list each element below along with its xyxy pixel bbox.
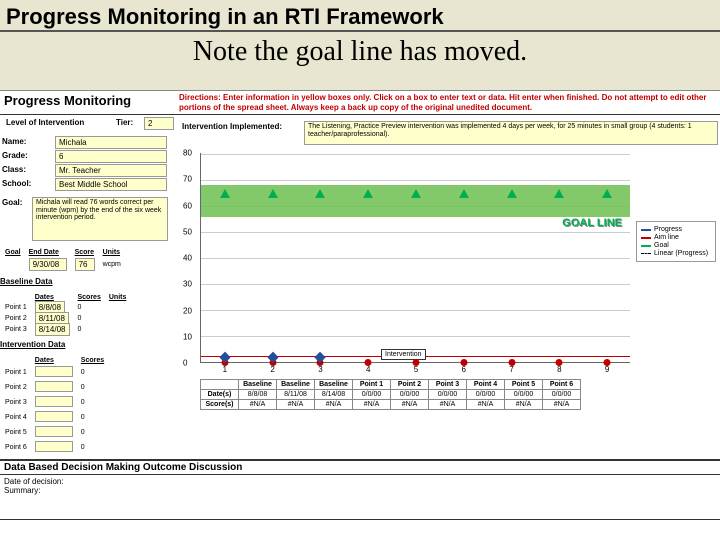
interv-date-input[interactable]	[35, 381, 73, 392]
goal-input[interactable]: Michala will read 76 words correct per m…	[32, 197, 168, 241]
interv-date-input[interactable]	[35, 426, 73, 437]
goal-point	[507, 189, 517, 198]
aim-point	[413, 359, 420, 366]
baseline-date-input[interactable]: 8/14/08	[35, 323, 70, 336]
interv-impl-label: Intervention Implemented:	[180, 121, 300, 145]
y-tick: 50	[183, 227, 192, 236]
level-label: Level of Intervention	[4, 117, 114, 130]
slide-subtitle: Note the goal line has moved.	[0, 34, 720, 76]
y-tick: 70	[183, 175, 192, 184]
decision-summary-label: Summary:	[4, 486, 716, 495]
aim-point	[508, 359, 515, 366]
goal-point	[268, 189, 278, 198]
y-tick: 80	[183, 149, 192, 158]
y-tick: 30	[183, 280, 192, 289]
decision-date-label: Date of decision:	[4, 477, 716, 486]
goal-line-label: GOAL LINE	[562, 217, 622, 229]
chart-legend: Progress Aim line Goal Linear (Progress)	[636, 221, 716, 262]
x-tick: 8	[557, 365, 561, 374]
goal-point	[459, 189, 469, 198]
goal-point	[602, 189, 612, 198]
x-tick: 1	[223, 365, 227, 374]
x-tick: 6	[462, 365, 466, 374]
y-tick: 20	[183, 306, 192, 315]
class-label: Class:	[0, 164, 55, 177]
decision-header: Data Based Decision Making Outcome Discu…	[0, 461, 720, 475]
y-tick: 0	[183, 359, 187, 368]
school-label: School:	[0, 178, 55, 191]
interv-date-input[interactable]	[35, 411, 73, 422]
x-tick: 3	[318, 365, 322, 374]
interv-impl-input[interactable]: The Listening, Practice Preview interven…	[304, 121, 718, 145]
goal-label: Goal:	[0, 197, 32, 241]
pm-heading: Progress Monitoring	[0, 91, 175, 114]
x-tick: 9	[605, 365, 609, 374]
grade-label: Grade:	[0, 150, 55, 163]
grade-input[interactable]: 6	[55, 150, 167, 163]
aim-point	[556, 359, 563, 366]
directions-text: Directions: Enter information in yellow …	[175, 91, 720, 114]
goal-enddate-input[interactable]: 9/30/08	[29, 258, 67, 271]
goal-score-input[interactable]: 76	[75, 258, 95, 271]
tier-label: Tier:	[114, 117, 144, 130]
y-tick: 60	[183, 201, 192, 210]
school-input[interactable]: Best Middle School	[55, 178, 167, 191]
aim-point	[365, 359, 372, 366]
spreadsheet: Progress Monitoring Directions: Enter in…	[0, 90, 720, 540]
x-tick: 5	[414, 365, 418, 374]
goal-point	[411, 189, 421, 198]
x-tick: 2	[270, 365, 274, 374]
class-input[interactable]: Mr. Teacher	[55, 164, 167, 177]
baseline-table: DatesScoresUnits Point 18/8/080 Point 28…	[0, 292, 131, 336]
name-input[interactable]: Michala	[55, 136, 167, 149]
y-tick: 40	[183, 254, 192, 263]
decision-section: Data Based Decision Making Outcome Discu…	[0, 459, 720, 520]
aim-point	[604, 359, 611, 366]
x-tick: 4	[366, 365, 370, 374]
goal-point	[315, 189, 325, 198]
goal-point	[363, 189, 373, 198]
interv-date-input[interactable]	[35, 441, 73, 452]
interv-date-input[interactable]	[35, 396, 73, 407]
progress-chart: GOAL LINE Intervention 01020304050607080…	[200, 153, 630, 363]
name-label: Name:	[0, 136, 55, 149]
intervdata-table: DatesScores Point 10 Point 20 Point 30 P…	[0, 355, 109, 456]
y-tick: 10	[183, 332, 192, 341]
tier-input[interactable]: 2	[144, 117, 174, 130]
baseline-label: Baseline Data	[0, 277, 175, 286]
goal-point	[554, 189, 564, 198]
bottom-data-table: BaselineBaselineBaselinePoint 1Point 2Po…	[200, 379, 581, 410]
goal-meta-table: GoalEnd DateScoreUnits 9/30/08 76 wcpm	[0, 247, 126, 273]
aim-point	[460, 359, 467, 366]
slide-title: Progress Monitoring in an RTI Framework	[0, 0, 720, 32]
intervention-marker: Intervention	[381, 349, 426, 360]
x-tick: 7	[509, 365, 513, 374]
interv-date-input[interactable]	[35, 366, 73, 377]
goal-point	[220, 189, 230, 198]
intervdata-label: Intervention Data	[0, 340, 175, 349]
